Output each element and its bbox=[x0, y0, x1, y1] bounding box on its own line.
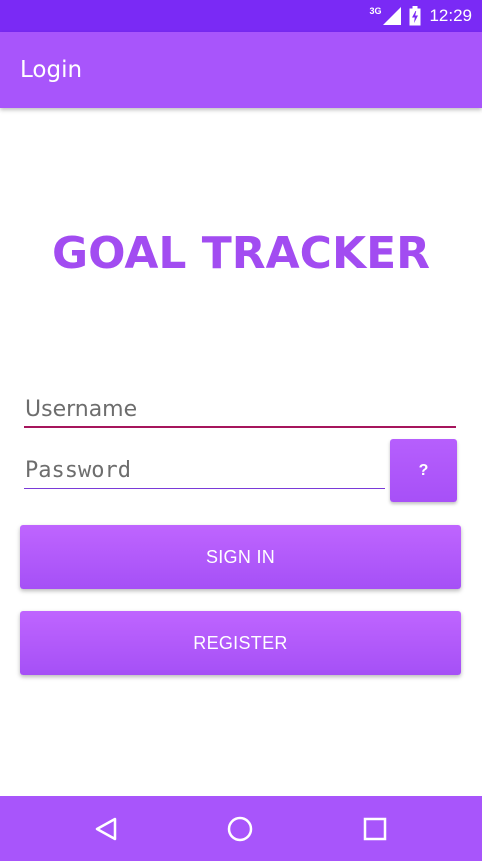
clock: 12:29 bbox=[429, 6, 472, 25]
password-field[interactable] bbox=[24, 452, 385, 489]
home-icon bbox=[227, 816, 253, 841]
back-button[interactable] bbox=[76, 796, 136, 861]
register-button[interactable]: REGISTER bbox=[20, 611, 461, 675]
recents-icon bbox=[363, 817, 387, 840]
register-button-label: REGISTER bbox=[193, 632, 288, 653]
help-button[interactable]: ? bbox=[390, 439, 457, 502]
recents-button[interactable] bbox=[345, 796, 405, 861]
app-bar: Login bbox=[0, 32, 482, 108]
network-type-label: 3G bbox=[369, 6, 382, 16]
status-icons: 3G 12:29 bbox=[369, 0, 472, 32]
app-name-title: GOAL TRACKER bbox=[51, 228, 431, 279]
signal-icon bbox=[383, 7, 402, 25]
navigation-bar bbox=[0, 796, 482, 861]
home-button[interactable] bbox=[210, 796, 270, 861]
login-form: GOAL TRACKER ? SIGN IN REGISTER bbox=[0, 108, 482, 796]
username-field[interactable] bbox=[24, 392, 456, 428]
help-button-label: ? bbox=[418, 461, 429, 479]
status-bar: 3G 12:29 bbox=[0, 0, 482, 32]
sign-in-button-label: SIGN IN bbox=[205, 546, 276, 567]
page-title: Login bbox=[20, 57, 83, 83]
battery-icon bbox=[409, 6, 421, 26]
sign-in-button[interactable]: SIGN IN bbox=[20, 525, 461, 589]
back-icon bbox=[95, 817, 117, 840]
